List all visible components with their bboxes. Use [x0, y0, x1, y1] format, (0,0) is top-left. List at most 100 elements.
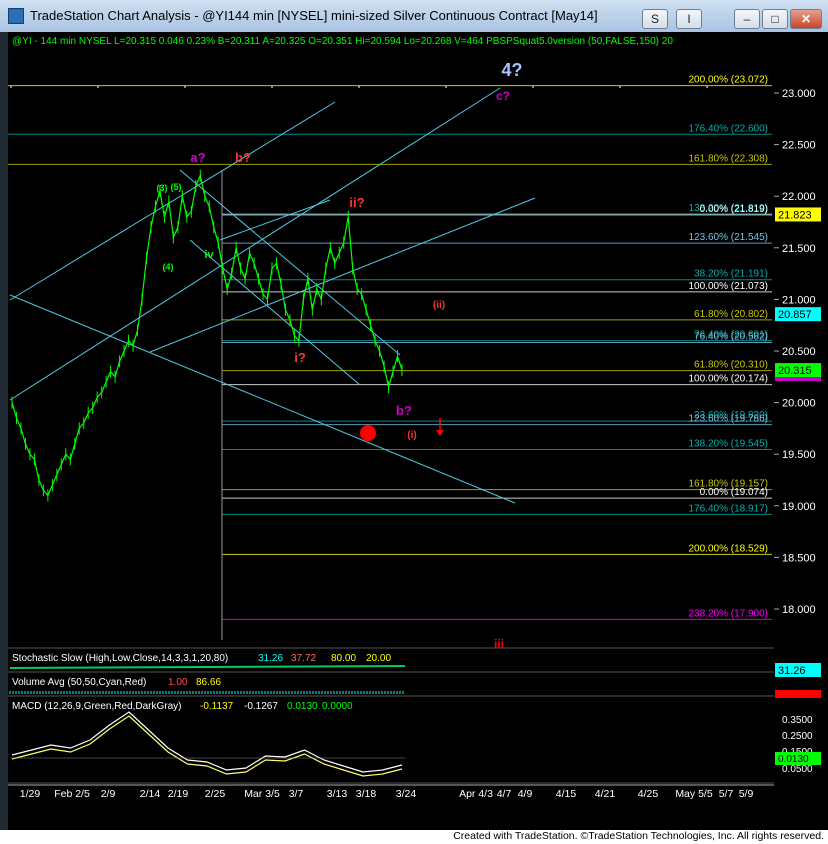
date-label: Mar 3/5: [244, 788, 280, 800]
wave-label: (i): [407, 430, 416, 441]
stochastic-value: 80.00: [331, 653, 356, 664]
fib-label: 38.20% (21.191): [694, 269, 768, 280]
symbol-link-button[interactable]: S: [642, 9, 668, 29]
fib-label: 0.00% (19.074): [700, 487, 768, 498]
date-label: 1/29: [20, 788, 41, 800]
axis-label: 23.000: [782, 88, 816, 100]
minimize-icon[interactable]: –: [734, 9, 760, 29]
axis-label: 22.500: [782, 140, 816, 152]
macd-value: -0.1137: [200, 701, 234, 712]
axis-label: 20.500: [782, 346, 816, 358]
chart-window: TradeStation Chart Analysis - @YI144 min…: [0, 0, 828, 830]
alert-marker: [360, 425, 376, 441]
wave-label: b?: [235, 150, 251, 165]
fib-label: 61.80% (20.310): [694, 360, 768, 371]
fib-label: 176.40% (18.917): [688, 503, 768, 514]
fib-label: 123.60% (19.786): [688, 414, 768, 425]
axis-label: 19.500: [782, 449, 816, 461]
copyright-text: Created with TradeStation. ©TradeStation…: [453, 830, 824, 842]
volume-badge: [775, 690, 821, 698]
date-label: 5/7: [719, 788, 734, 800]
date-label: 5/9: [739, 788, 754, 800]
axis-label: 21.500: [782, 243, 816, 255]
stochastic-value: 31.26: [258, 653, 283, 664]
date-label: 4/25: [638, 788, 659, 800]
date-label: 4/9: [518, 788, 533, 800]
volume-label: Volume Avg (50,50,Cyan,Red): [12, 677, 146, 688]
wave-label: (4): [163, 262, 174, 272]
footer: Created with TradeStation. ©TradeStation…: [0, 830, 828, 844]
fib-label: 0.00% (21.819): [700, 204, 768, 215]
wave-label: (3): [157, 183, 168, 193]
fib-label: 76.40% (20.582): [694, 332, 768, 343]
date-label: 3/24: [396, 788, 417, 800]
volume-value: 86.66: [196, 677, 221, 688]
stochastic-badge-label: 31.26: [778, 665, 806, 677]
macd-axis-label: 0.0500: [782, 764, 813, 775]
price-badge-label: 21.823: [778, 209, 812, 221]
macd-value: 0.0130: [287, 701, 318, 712]
window-title: TradeStation Chart Analysis - @YI144 min…: [30, 8, 598, 23]
close-icon[interactable]: ✕: [790, 9, 822, 29]
volume-value: 1.00: [168, 677, 188, 688]
wave-label: i?: [294, 350, 306, 365]
title-bar: TradeStation Chart Analysis - @YI144 min…: [0, 0, 828, 32]
wave-label: 4?: [501, 60, 522, 80]
axis-label: 18.500: [782, 552, 816, 564]
info-button[interactable]: I: [676, 9, 702, 29]
fib-label: 238.20% (17.900): [688, 608, 768, 619]
axis-label: 20.000: [782, 398, 816, 410]
maximize-icon[interactable]: □: [762, 9, 788, 29]
fib-label: 123.60% (21.545): [688, 232, 768, 243]
date-label: Apr 4/3: [459, 788, 493, 800]
wave-label: (5): [171, 182, 182, 192]
macd-value: -0.1267: [244, 701, 278, 712]
wave-label: ii?: [349, 195, 364, 210]
fib-label: 61.80% (20.802): [694, 309, 768, 320]
date-label: 3/18: [356, 788, 377, 800]
wave-label: iii: [494, 637, 504, 651]
date-label: 2/9: [101, 788, 116, 800]
symbol-header: @YI - 144 min NYSEL L=20.315 0.046 0.23%…: [12, 36, 673, 47]
fib-label: 176.40% (22.600): [688, 123, 768, 134]
axis-label: 19.000: [782, 501, 816, 513]
date-label: 4/7: [497, 788, 512, 800]
macd-badge-label: 0.0130: [778, 754, 809, 765]
date-label: 2/19: [168, 788, 189, 800]
fib-label: 200.00% (23.072): [688, 75, 768, 86]
date-label: 4/21: [595, 788, 616, 800]
date-label: 4/15: [556, 788, 577, 800]
date-label: 3/7: [289, 788, 304, 800]
fib-label: 161.80% (22.308): [688, 153, 768, 164]
axis-label: 18.000: [782, 604, 816, 616]
wave-label: b?: [396, 403, 412, 418]
fib-label: 200.00% (18.529): [688, 543, 768, 554]
date-label: 2/25: [205, 788, 226, 800]
app-icon: [8, 8, 24, 24]
macd-axis-label: 0.2500: [782, 731, 813, 742]
macd-value: 0.0000: [322, 701, 353, 712]
date-label: 2/14: [140, 788, 161, 800]
axis-label: 21.000: [782, 294, 816, 306]
wave-label: c?: [496, 89, 510, 103]
date-label: 3/13: [327, 788, 348, 800]
price-badge-label: 20.857: [778, 309, 812, 321]
price-axis-background: [774, 32, 828, 830]
wave-label: (ii): [433, 300, 445, 311]
price-badge-label: 20.315: [778, 365, 812, 377]
fib-label: 138.20% (19.545): [688, 439, 768, 450]
price-badge-marker: [775, 377, 821, 381]
stochastic-value: 37.72: [291, 653, 316, 664]
chart-area[interactable]: @YI - 144 min NYSEL L=20.315 0.046 0.23%…: [0, 32, 828, 830]
fib-label: 100.00% (21.073): [688, 281, 768, 292]
stochastic-value: 20.00: [366, 653, 391, 664]
wave-label: iv: [204, 249, 214, 261]
macd-label: MACD (12,26,9,Green,Red,DarkGray): [12, 701, 182, 712]
date-label: Feb 2/5: [54, 788, 90, 800]
fib-label: 100.00% (20.174): [688, 374, 768, 385]
date-label: May 5/5: [675, 788, 713, 800]
macd-axis-label: 0.3500: [782, 715, 813, 726]
wave-label: a?: [190, 150, 205, 165]
stochastic-label: Stochastic Slow (High,Low,Close,14,3,3,1…: [12, 653, 228, 664]
axis-label: 22.000: [782, 191, 816, 203]
